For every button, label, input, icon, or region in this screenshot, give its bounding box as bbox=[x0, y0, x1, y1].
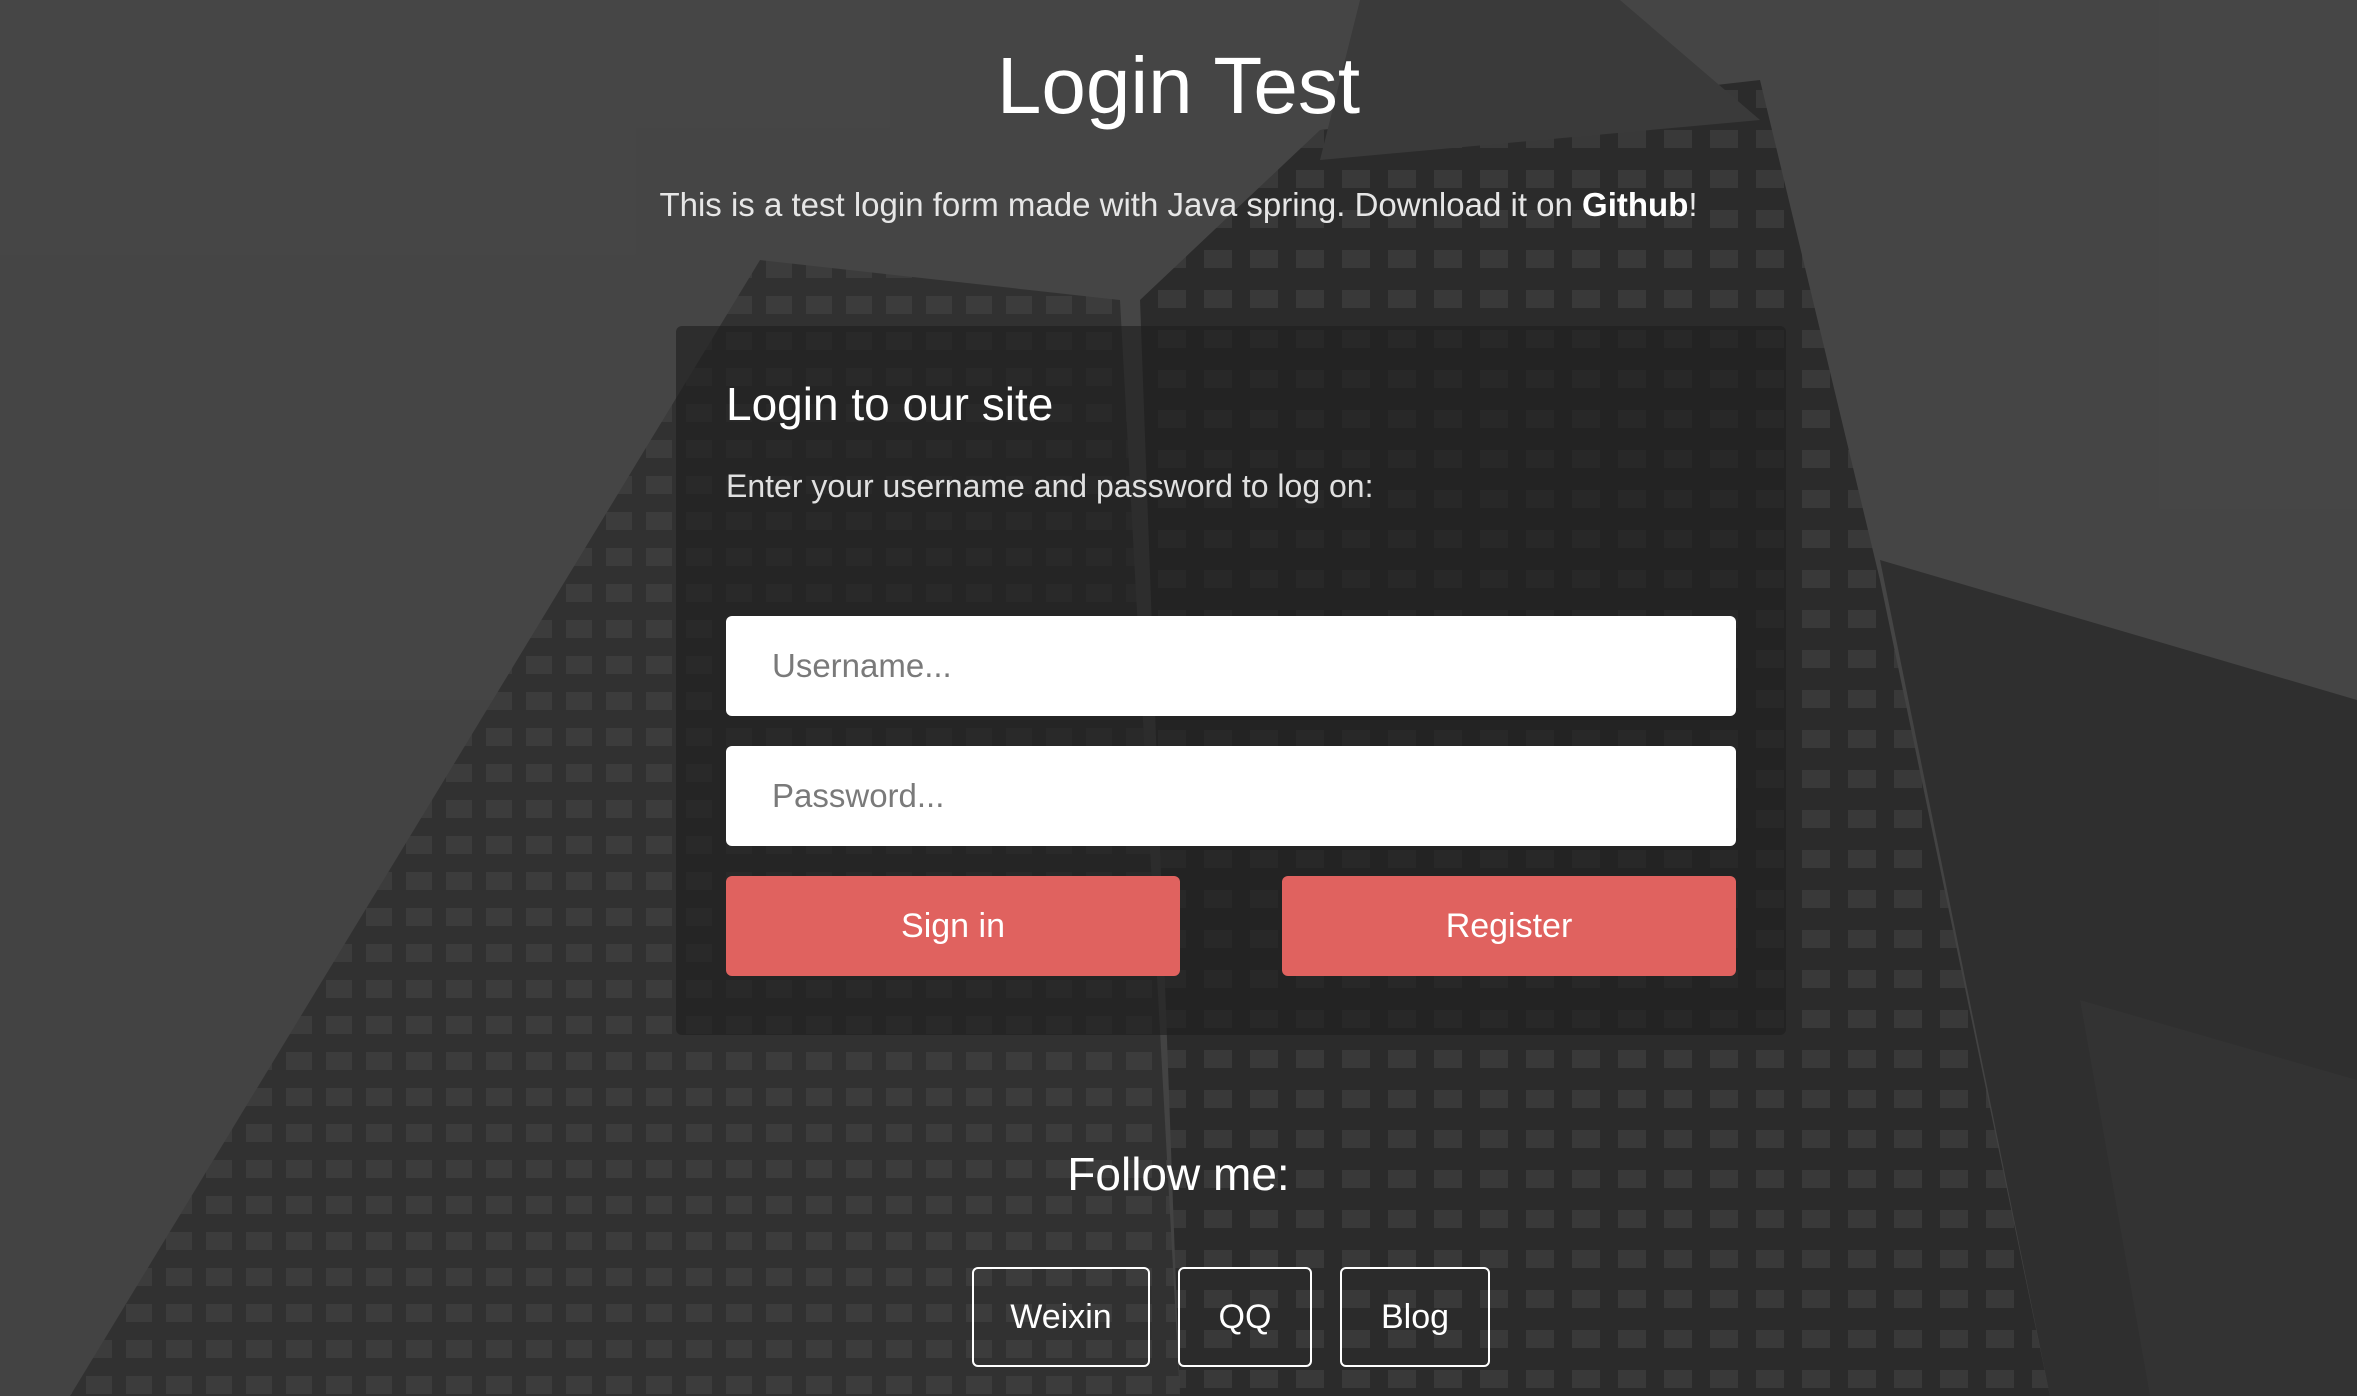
register-button[interactable]: Register bbox=[1282, 876, 1736, 976]
sign-in-button[interactable]: Sign in bbox=[726, 876, 1180, 976]
username-input[interactable] bbox=[726, 616, 1736, 716]
page: Login Test This is a test login form mad… bbox=[0, 0, 2357, 1396]
page-title: Login Test bbox=[996, 41, 1361, 130]
subtitle-text: This is a test login form made with Java… bbox=[659, 186, 1583, 223]
qq-button[interactable]: QQ bbox=[1178, 1267, 1312, 1367]
blog-button[interactable]: Blog bbox=[1340, 1267, 1490, 1367]
subtitle-suffix: ! bbox=[1688, 186, 1698, 223]
follow-heading: Follow me: bbox=[1067, 1148, 1290, 1200]
weixin-button[interactable]: Weixin bbox=[972, 1267, 1150, 1367]
login-heading: Login to our site bbox=[726, 378, 1054, 430]
login-description: Enter your username and password to log … bbox=[726, 468, 1374, 504]
password-input[interactable] bbox=[726, 746, 1736, 846]
login-panel: Login to our site Enter your username an… bbox=[676, 326, 1786, 1035]
page-subtitle: This is a test login form made with Java… bbox=[0, 183, 2357, 227]
github-link[interactable]: Github bbox=[1582, 186, 1688, 223]
